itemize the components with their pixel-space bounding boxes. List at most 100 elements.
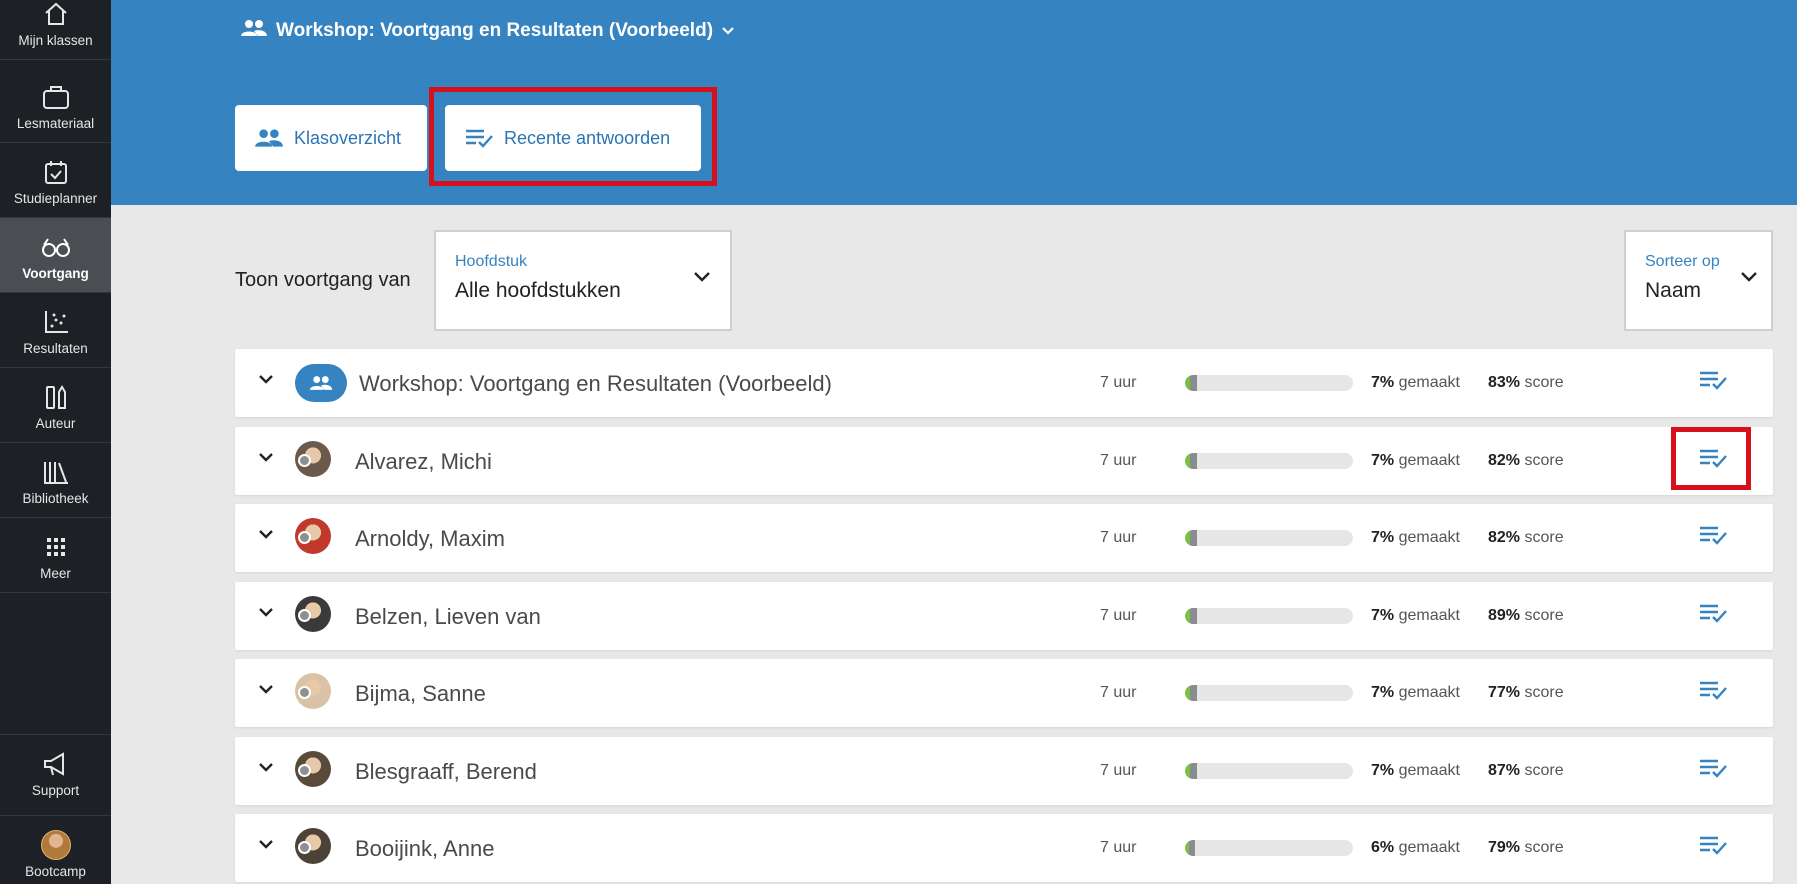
status-dot <box>298 531 311 544</box>
score-label: score <box>1524 762 1564 779</box>
sort-select[interactable]: Sorteer op Naam <box>1624 230 1773 331</box>
progress-bar-fill <box>1185 840 1196 856</box>
made-percentage: 7% gemaakt <box>1371 529 1460 547</box>
user-menu[interactable]: Bootcamp <box>0 815 111 884</box>
made-value: 7% <box>1371 607 1395 624</box>
row-hours: 7 uur <box>1100 607 1137 624</box>
status-dot <box>298 609 311 622</box>
sidebar-item-label: Lesmateriaal <box>16 116 95 131</box>
made-label: gemaakt <box>1398 607 1460 624</box>
class-title: Workshop: Voortgang en Resultaten (Voorb… <box>276 20 714 41</box>
recent-answers-button[interactable] <box>1698 602 1728 629</box>
sidebar-item-label: Mijn klassen <box>18 33 93 48</box>
chapter-select[interactable]: Hoofdstuk Alle hoofdstukken <box>434 230 732 331</box>
sidebar-item-meer[interactable]: Meer <box>0 518 111 593</box>
table-row[interactable]: Booijink, Anne 7 uur 6% gemaakt 79% scor… <box>235 814 1773 882</box>
sidebar-item-auteur[interactable]: Auteur <box>0 368 111 443</box>
row-name: Arnoldy, Maxim <box>355 526 505 551</box>
score-value: 89% <box>1488 607 1521 624</box>
row-name: Booijink, Anne <box>355 836 495 861</box>
made-label: gemaakt <box>1398 762 1460 779</box>
score-label: score <box>1524 374 1564 391</box>
row-name: Workshop: Voortgang en Resultaten (Voorb… <box>359 371 832 396</box>
class-header: Workshop: Voortgang en Resultaten (Voorb… <box>111 0 1797 205</box>
expand-chevron-icon[interactable] <box>257 683 275 701</box>
class-selector[interactable]: Workshop: Voortgang en Resultaten (Voorb… <box>240 18 735 44</box>
sidebar-item-label: Studieplanner <box>13 191 98 206</box>
score-label: score <box>1524 452 1564 469</box>
chevron-down-icon <box>721 20 735 42</box>
support-button[interactable]: Support <box>0 734 111 815</box>
row-name: Belzen, Lieven van <box>355 604 541 629</box>
score-value: 82% <box>1488 529 1521 546</box>
progress-bar <box>1185 608 1353 624</box>
recent-answers-button[interactable] <box>1698 369 1728 396</box>
sidebar-item-studieplanner[interactable]: Studieplanner <box>0 143 111 218</box>
recent-answers-button[interactable] <box>1698 524 1728 551</box>
expand-chevron-icon[interactable] <box>257 761 275 779</box>
progress-bar <box>1185 530 1353 546</box>
made-label: gemaakt <box>1398 529 1460 546</box>
highlight-box-tab <box>429 87 717 186</box>
expand-chevron-icon[interactable] <box>257 606 275 624</box>
sidebar-item-lesmateriaal[interactable]: Lesmateriaal <box>0 68 111 143</box>
sidebar-item-label: Bibliotheek <box>22 491 89 506</box>
table-row[interactable]: Belzen, Lieven van 7 uur 7% gemaakt 89% … <box>235 582 1773 650</box>
sidebar-item-bibliotheek[interactable]: Bibliotheek <box>0 443 111 518</box>
expand-chevron-icon[interactable] <box>257 373 275 391</box>
made-percentage: 7% gemaakt <box>1371 607 1460 625</box>
status-dot <box>298 764 311 777</box>
author-tools-icon <box>42 382 70 412</box>
score-percentage: 77% score <box>1488 684 1564 702</box>
sidebar-item-label: Resultaten <box>23 341 88 356</box>
highlight-box-row-action <box>1671 427 1751 490</box>
people-icon <box>254 127 284 149</box>
expand-chevron-icon[interactable] <box>257 451 275 469</box>
score-label: score <box>1524 684 1564 701</box>
class-summary-row[interactable]: Workshop: Voortgang en Resultaten (Voorb… <box>235 349 1773 417</box>
row-hours: 7 uur <box>1100 684 1137 701</box>
score-value: 79% <box>1488 839 1521 856</box>
sidebar-item-label: Voortgang <box>22 266 89 281</box>
table-row[interactable]: Blesgraaff, Berend 7 uur 7% gemaakt 87% … <box>235 737 1773 805</box>
score-value: 77% <box>1488 684 1521 701</box>
made-percentage: 6% gemaakt <box>1371 839 1460 857</box>
expand-chevron-icon[interactable] <box>257 528 275 546</box>
chapter-select-label: Hoofdstuk <box>455 253 528 270</box>
progress-bar-fill <box>1185 375 1197 391</box>
score-percentage: 82% score <box>1488 452 1564 470</box>
recent-answers-button[interactable] <box>1698 679 1728 706</box>
progress-bar <box>1185 763 1353 779</box>
made-value: 7% <box>1371 374 1395 391</box>
progress-bar-fill <box>1185 608 1197 624</box>
score-value: 87% <box>1488 762 1521 779</box>
chevron-down-icon <box>693 270 711 288</box>
sidebar-item-mijn-klassen[interactable]: Mijn klassen <box>0 0 111 60</box>
table-row[interactable]: Alvarez, Michi 7 uur 7% gemaakt 82% scor… <box>235 427 1773 495</box>
row-hours: 7 uur <box>1100 452 1137 469</box>
sidebar-item-label: Auteur <box>35 416 76 431</box>
recent-answers-button[interactable] <box>1698 834 1728 861</box>
grid-icon <box>44 532 68 562</box>
people-icon <box>240 18 268 44</box>
tab-klasoverzicht[interactable]: Klasoverzicht <box>235 105 427 171</box>
score-label: score <box>1524 607 1564 624</box>
score-value: 82% <box>1488 452 1521 469</box>
progress-bar <box>1185 685 1353 701</box>
made-value: 7% <box>1371 529 1395 546</box>
sidebar-item-voortgang[interactable]: Voortgang <box>0 218 111 293</box>
table-row[interactable]: Arnoldy, Maxim 7 uur 7% gemaakt 82% scor… <box>235 504 1773 572</box>
group-icon <box>295 364 347 402</box>
score-percentage: 79% score <box>1488 839 1564 857</box>
status-dot <box>298 454 311 467</box>
table-row[interactable]: Bijma, Sanne 7 uur 7% gemaakt 77% score <box>235 659 1773 727</box>
expand-chevron-icon[interactable] <box>257 838 275 856</box>
score-percentage: 82% score <box>1488 529 1564 547</box>
sidebar-item-resultaten[interactable]: Resultaten <box>0 293 111 368</box>
recent-answers-button[interactable] <box>1698 757 1728 784</box>
filter-label: Toon voortgang van <box>235 269 411 291</box>
made-percentage: 7% gemaakt <box>1371 684 1460 702</box>
score-label: score <box>1524 839 1564 856</box>
score-percentage: 89% score <box>1488 607 1564 625</box>
score-label: score <box>1524 529 1564 546</box>
